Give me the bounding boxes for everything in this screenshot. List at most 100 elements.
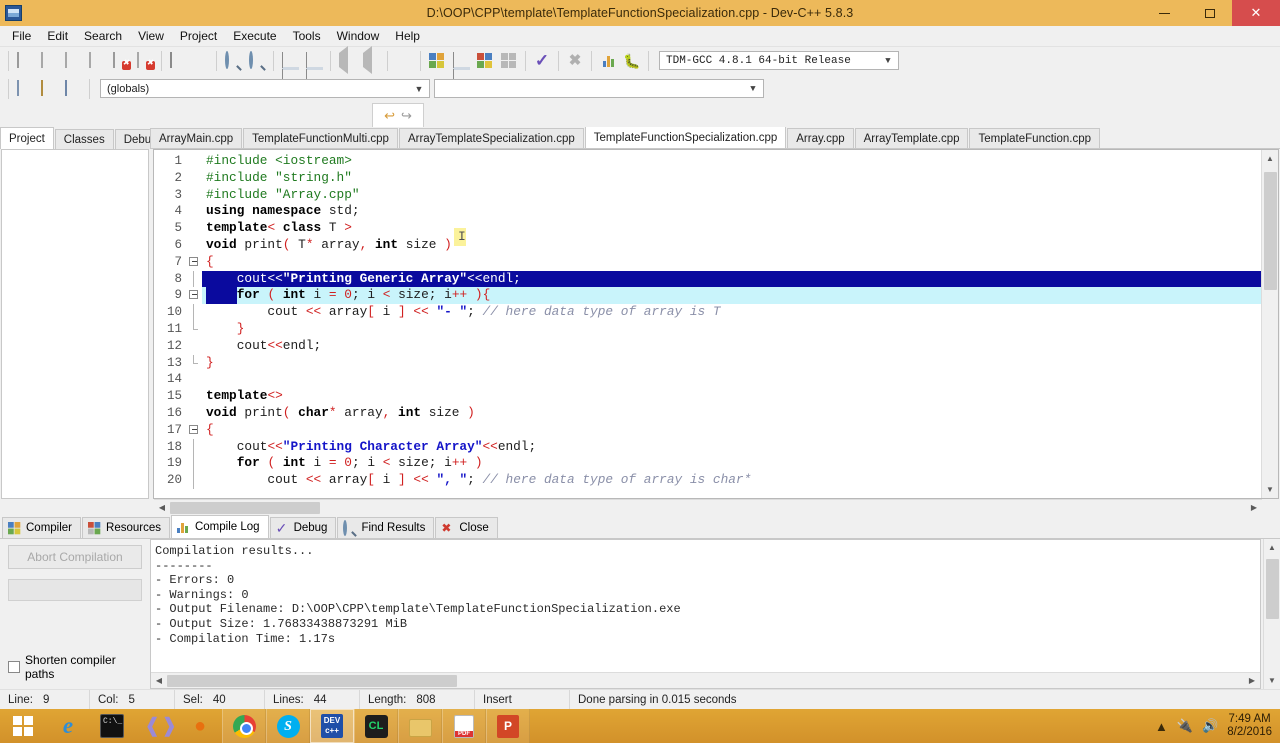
goto-line-button[interactable] bbox=[278, 49, 302, 85]
code-line[interactable]: cout<<"Printing Generic Array"<<endl; bbox=[202, 270, 1261, 288]
volume-icon[interactable]: 🔊 bbox=[1202, 718, 1218, 734]
code-line[interactable]: cout << array[ i ] << ", "; // here data… bbox=[202, 472, 1261, 489]
run-button[interactable] bbox=[449, 49, 473, 85]
network-icon[interactable]: 🔌 bbox=[1177, 718, 1193, 734]
code-line[interactable]: template<> bbox=[202, 388, 1261, 405]
redo-toolbar-button[interactable] bbox=[359, 45, 383, 74]
project-tree-panel[interactable] bbox=[1, 149, 149, 499]
taskbar-dolphin[interactable]: ❰❱ bbox=[134, 709, 178, 743]
horizontal-scroll-thumb[interactable] bbox=[170, 501, 320, 514]
taskbar-dev-cpp[interactable]: DEV c++ bbox=[310, 709, 354, 743]
code-line[interactable]: { bbox=[202, 254, 1261, 271]
code-editor[interactable]: 1234567891011121314151617181920 #include… bbox=[153, 149, 1279, 499]
replace-icon[interactable] bbox=[245, 49, 269, 72]
shorten-paths-row[interactable]: Shorten compiler paths bbox=[8, 653, 142, 681]
menu-help[interactable]: Help bbox=[387, 27, 428, 45]
code-line[interactable]: cout<<"Printing Character Array"<<endl; bbox=[202, 439, 1261, 456]
abort-compilation-button[interactable]: Abort Compilation bbox=[8, 545, 142, 569]
taskbar-file-explorer[interactable] bbox=[398, 709, 442, 743]
scroll-up-button[interactable]: ▲ bbox=[1264, 539, 1280, 556]
new-project-icon[interactable] bbox=[13, 77, 37, 100]
file-tab-array[interactable]: Array.cpp bbox=[787, 128, 854, 148]
compile-button[interactable] bbox=[425, 49, 449, 72]
log-horizontal-scrollbar[interactable]: ◀ ▶ bbox=[151, 672, 1260, 688]
scroll-right-button[interactable]: ▶ bbox=[1246, 503, 1262, 512]
editor-vertical-scrollbar[interactable]: ▲ ▼ bbox=[1261, 150, 1278, 498]
menu-search[interactable]: Search bbox=[76, 27, 130, 45]
menu-view[interactable]: View bbox=[130, 27, 172, 45]
undo-toolbar-button[interactable] bbox=[335, 45, 359, 74]
code-line[interactable]: #include <iostream> bbox=[202, 153, 1261, 170]
file-tab-templatefunction[interactable]: TemplateFunction.cpp bbox=[969, 128, 1100, 148]
taskbar-firefox[interactable]: ● bbox=[178, 709, 222, 743]
code-line[interactable]: void print( T* array, int size ) bbox=[202, 237, 1261, 254]
shorten-paths-checkbox[interactable] bbox=[8, 661, 20, 673]
profile-icon[interactable] bbox=[596, 49, 620, 72]
menu-execute[interactable]: Execute bbox=[225, 27, 284, 45]
code-line[interactable]: for ( int i = 0; i < size; i++ ){ bbox=[202, 287, 1261, 305]
taskbar-skype[interactable]: S bbox=[266, 709, 310, 743]
redo-icon[interactable]: ↪ bbox=[401, 109, 412, 122]
taskbar-google-chrome[interactable] bbox=[222, 709, 266, 743]
file-tab-arraytemplatespecialization[interactable]: ArrayTemplateSpecialization.cpp bbox=[398, 128, 584, 148]
scroll-left-button[interactable]: ◀ bbox=[151, 676, 167, 685]
start-button[interactable] bbox=[0, 709, 46, 743]
save-button[interactable] bbox=[61, 49, 85, 72]
syntax-check-icon[interactable]: ✓ bbox=[530, 49, 554, 72]
code-line[interactable]: #include "Array.cpp" bbox=[202, 187, 1261, 204]
bottom-tab-close[interactable]: ✖ Close bbox=[435, 517, 498, 538]
new-file-button[interactable] bbox=[13, 49, 37, 72]
horizontal-scroll-thumb[interactable] bbox=[167, 674, 457, 687]
code-line[interactable]: void print( char* array, int size ) bbox=[202, 405, 1261, 422]
code-line[interactable]: cout << array[ i ] << "- "; // here data… bbox=[202, 304, 1261, 321]
toggle-bookmark-button[interactable] bbox=[302, 49, 326, 85]
scroll-right-button[interactable]: ▶ bbox=[1244, 676, 1260, 685]
menu-window[interactable]: Window bbox=[329, 27, 388, 45]
code-line[interactable]: for ( int i = 0; i < size; i++ ) bbox=[202, 455, 1261, 472]
scope-member-dropdown[interactable]: ▼ bbox=[434, 79, 764, 98]
code-line[interactable]: } bbox=[202, 355, 1261, 372]
menu-file[interactable]: File bbox=[4, 27, 39, 45]
close-all-button[interactable] bbox=[133, 49, 157, 72]
bottom-tab-debug[interactable]: ✓ Debug bbox=[269, 517, 337, 538]
undo-icon[interactable]: ↩ bbox=[384, 109, 395, 122]
close-file-button[interactable] bbox=[109, 49, 133, 72]
menu-tools[interactable]: Tools bbox=[285, 27, 329, 45]
taskbar-powerpoint[interactable]: P bbox=[486, 709, 530, 743]
shield-icon[interactable] bbox=[392, 49, 416, 72]
file-tab-templatefunctionspecialization[interactable]: TemplateFunctionSpecialization.cpp bbox=[584, 126, 787, 148]
rebuild-all-button[interactable] bbox=[497, 49, 521, 72]
fold-collapse-icon[interactable] bbox=[189, 290, 198, 300]
compiler-set-dropdown[interactable]: TDM-GCC 4.8.1 64-bit Release ▼ bbox=[659, 51, 899, 70]
debug-bug-icon[interactable]: 🐛 bbox=[620, 49, 644, 72]
vertical-scroll-thumb[interactable] bbox=[1266, 559, 1279, 619]
compile-log-panel[interactable]: Compilation results... -------- - Errors: … bbox=[150, 539, 1261, 689]
code-line[interactable]: cout<<endl; bbox=[202, 338, 1261, 355]
fold-marker[interactable] bbox=[186, 287, 202, 304]
fold-collapse-icon[interactable] bbox=[189, 424, 198, 434]
stop-execution-icon[interactable]: ✖ bbox=[563, 49, 587, 72]
code-line[interactable]: template< class T > bbox=[202, 220, 1261, 237]
taskbar-clion[interactable]: CL bbox=[354, 709, 398, 743]
code-line[interactable]: { bbox=[202, 422, 1261, 439]
clock[interactable]: 7:49 AM 8/2/2016 bbox=[1227, 713, 1272, 739]
find-icon[interactable] bbox=[221, 49, 245, 72]
code-line[interactable]: using namespace std; bbox=[202, 203, 1261, 220]
print-button[interactable] bbox=[166, 49, 190, 72]
bottom-tab-find-results[interactable]: Find Results bbox=[337, 517, 435, 538]
taskbar-pdf-reader[interactable] bbox=[442, 709, 486, 743]
open-file-button[interactable] bbox=[37, 49, 61, 72]
bottom-tab-compiler[interactable]: Compiler bbox=[2, 517, 82, 538]
tab-classes[interactable]: Classes bbox=[54, 129, 114, 149]
log-vertical-scrollbar[interactable]: ▲ ▼ bbox=[1263, 539, 1280, 689]
fold-marker[interactable] bbox=[186, 254, 202, 271]
editor-horizontal-scrollbar[interactable]: ◀ ▶ bbox=[154, 499, 1262, 515]
code-text-area[interactable]: #include <iostream>#include "string.h"#i… bbox=[202, 150, 1261, 498]
open-project-icon[interactable] bbox=[37, 77, 61, 100]
scope-dropdown[interactable]: (globals) ▼ bbox=[100, 79, 430, 98]
scroll-up-button[interactable]: ▲ bbox=[1262, 150, 1278, 167]
scroll-down-button[interactable]: ▼ bbox=[1264, 672, 1280, 689]
vertical-scroll-thumb[interactable] bbox=[1264, 172, 1277, 290]
fold-collapse-icon[interactable] bbox=[189, 256, 198, 266]
scroll-left-button[interactable]: ◀ bbox=[154, 503, 170, 512]
